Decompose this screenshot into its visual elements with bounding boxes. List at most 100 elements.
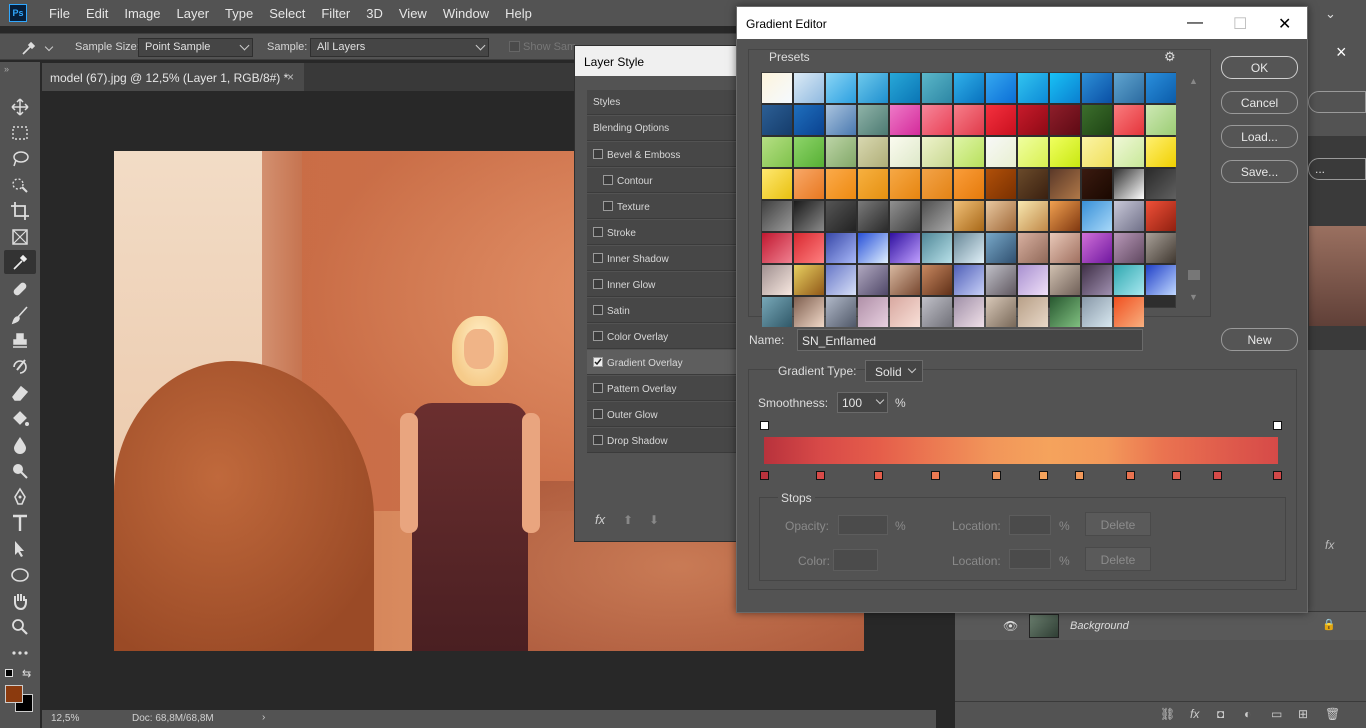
gradient-preset-swatch[interactable] (1082, 297, 1112, 327)
menu-edit[interactable]: Edit (78, 6, 116, 21)
gradient-preset-swatch[interactable] (1146, 169, 1176, 199)
gradient-preset-swatch[interactable] (858, 297, 888, 327)
color-stop[interactable] (931, 471, 940, 480)
gradient-preset-swatch[interactable] (922, 105, 952, 135)
lasso-tool-icon[interactable] (9, 148, 31, 170)
eyedropper-tool-icon[interactable] (4, 250, 36, 274)
gradient-preset-swatch[interactable] (890, 137, 920, 167)
layer-name[interactable]: Background (1070, 620, 1129, 632)
load-button[interactable]: Load... (1221, 125, 1298, 148)
gradient-preset-swatch[interactable] (922, 137, 952, 167)
gradient-preset-swatch[interactable] (826, 265, 856, 295)
hand-tool-icon[interactable] (9, 590, 31, 612)
gradient-preset-swatch[interactable] (794, 201, 824, 231)
visibility-eye-icon[interactable]: 👁 (1003, 619, 1018, 633)
gradient-preset-swatch[interactable] (1050, 105, 1080, 135)
color-stop[interactable] (992, 471, 1001, 480)
color-stop[interactable] (816, 471, 825, 480)
foreground-color-swatch[interactable] (5, 685, 23, 703)
gradient-preset-swatch[interactable] (986, 265, 1016, 295)
gradient-preset-swatch[interactable] (890, 169, 920, 199)
gradient-preset-swatch[interactable] (1114, 105, 1144, 135)
document-tab[interactable]: model (67).jpg @ 12,5% (Layer 1, RGB/8#)… (42, 63, 304, 91)
layer-style-item-inner-glow[interactable]: Inner Glow (587, 272, 737, 297)
gradient-preset-swatch[interactable] (826, 73, 856, 103)
gradient-preset-swatch[interactable] (1050, 137, 1080, 167)
gradient-preset-swatch[interactable] (858, 105, 888, 135)
gradient-preset-swatch[interactable] (762, 73, 792, 103)
layer-style-checkbox[interactable] (593, 383, 603, 393)
layer-fx-icon[interactable]: fx (1325, 538, 1334, 552)
brush-tool-icon[interactable] (9, 304, 31, 326)
gradient-preset-swatch[interactable] (1018, 73, 1048, 103)
gradient-preset-swatch[interactable] (954, 137, 984, 167)
gradient-preset-swatch[interactable] (1050, 201, 1080, 231)
sample-size-select[interactable]: Point Sample (138, 38, 253, 57)
gradient-preset-swatch[interactable] (1082, 233, 1112, 263)
menu-image[interactable]: Image (116, 6, 168, 21)
collapse-icon[interactable]: » (4, 64, 9, 74)
blur-tool-icon[interactable] (9, 434, 31, 456)
more-tools-icon[interactable] (9, 642, 31, 664)
gradient-preset-swatch[interactable] (762, 265, 792, 295)
frame-tool-icon[interactable] (9, 226, 31, 248)
swap-colors-icon[interactable]: ⇆ (22, 667, 31, 680)
zoom-tool-icon[interactable] (9, 616, 31, 638)
scroll-down-icon[interactable]: ▼ (1189, 292, 1198, 302)
gradient-preset-swatch[interactable] (1082, 265, 1112, 295)
gradient-preset-swatch[interactable] (1018, 105, 1048, 135)
menu-layer[interactable]: Layer (169, 6, 218, 21)
gradient-preset-swatch[interactable] (954, 297, 984, 327)
panel-button-1[interactable] (1308, 91, 1366, 113)
history-brush-tool-icon[interactable] (9, 356, 31, 378)
crop-tool-icon[interactable] (9, 200, 31, 222)
layer-style-item-color-overlay[interactable]: Color Overlay (587, 324, 737, 349)
gradient-preset-swatch[interactable] (954, 201, 984, 231)
ok-button[interactable]: OK (1221, 56, 1298, 79)
menu-filter[interactable]: Filter (313, 6, 358, 21)
menu-help[interactable]: Help (497, 6, 540, 21)
layer-style-item-blending-options[interactable]: Blending Options (587, 116, 737, 141)
gradient-preset-swatch[interactable] (986, 137, 1016, 167)
color-stop[interactable] (874, 471, 883, 480)
layer-style-checkbox[interactable] (593, 253, 603, 263)
menu-select[interactable]: Select (261, 6, 313, 21)
dodge-tool-icon[interactable] (9, 460, 31, 482)
move-up-icon[interactable]: ⬆ (623, 513, 633, 527)
sample-select[interactable]: All Layers (310, 38, 489, 57)
gradient-preset-swatch[interactable] (1114, 297, 1144, 327)
gradient-preset-swatch[interactable] (1114, 169, 1144, 199)
color-stop[interactable] (760, 471, 769, 480)
gradient-preset-swatch[interactable] (922, 169, 952, 199)
layer-style-checkbox[interactable] (603, 175, 613, 185)
healing-brush-tool-icon[interactable] (9, 278, 31, 300)
layer-style-item-outer-glow[interactable]: Outer Glow (587, 402, 737, 427)
gradient-preset-swatch[interactable] (1018, 201, 1048, 231)
move-tool-icon[interactable] (9, 96, 31, 118)
gradient-preset-swatch[interactable] (794, 233, 824, 263)
gradient-preset-swatch[interactable] (858, 169, 888, 199)
gradient-preset-swatch[interactable] (986, 233, 1016, 263)
new-layer-icon[interactable]: ⊞ (1298, 707, 1308, 721)
gradient-preset-swatch[interactable] (1146, 233, 1176, 263)
scroll-up-icon[interactable]: ▲ (1189, 76, 1198, 86)
gradient-preset-swatch[interactable] (1146, 105, 1176, 135)
gradient-preset-swatch[interactable] (762, 233, 792, 263)
gradient-preset-swatch[interactable] (1082, 105, 1112, 135)
add-style-icon[interactable]: fx (1190, 707, 1199, 721)
add-mask-icon[interactable]: ◘ (1217, 707, 1224, 721)
status-arrow-icon[interactable]: › (262, 712, 265, 723)
save-button[interactable]: Save... (1221, 160, 1298, 183)
gradient-preset-swatch[interactable] (1018, 265, 1048, 295)
gradient-preset-swatch[interactable] (1146, 137, 1176, 167)
gradient-preset-swatch[interactable] (826, 137, 856, 167)
gradient-preset-swatch[interactable] (954, 105, 984, 135)
gradient-preset-swatch[interactable] (954, 233, 984, 263)
pen-tool-icon[interactable] (9, 486, 31, 508)
gradient-preset-swatch[interactable] (1114, 73, 1144, 103)
gradient-preset-swatch[interactable] (1114, 265, 1144, 295)
delete-layer-icon[interactable]: 🗑 (1325, 707, 1340, 721)
gradient-preset-swatch[interactable] (922, 201, 952, 231)
gradient-preset-swatch[interactable] (1114, 137, 1144, 167)
gradient-preset-swatch[interactable] (794, 137, 824, 167)
